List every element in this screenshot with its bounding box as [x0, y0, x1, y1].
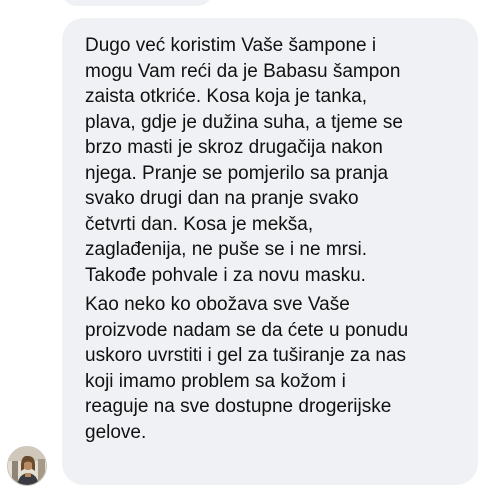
message-paragraph-2: Kao neko ko obožava sve Vaše proizvode n…	[85, 294, 409, 443]
sender-avatar[interactable]	[7, 446, 47, 486]
message-bubble[interactable]: Dugo već koristim Vaše šampone i mogu Va…	[62, 18, 478, 485]
user-photo-icon	[8, 447, 46, 485]
previous-message-bubble[interactable]	[62, 0, 212, 6]
message-paragraph-1: Dugo već koristim Vaše šampone i mogu Va…	[85, 35, 403, 286]
chat-thread: Dugo već koristim Vaše šampone i mogu Va…	[0, 0, 500, 500]
